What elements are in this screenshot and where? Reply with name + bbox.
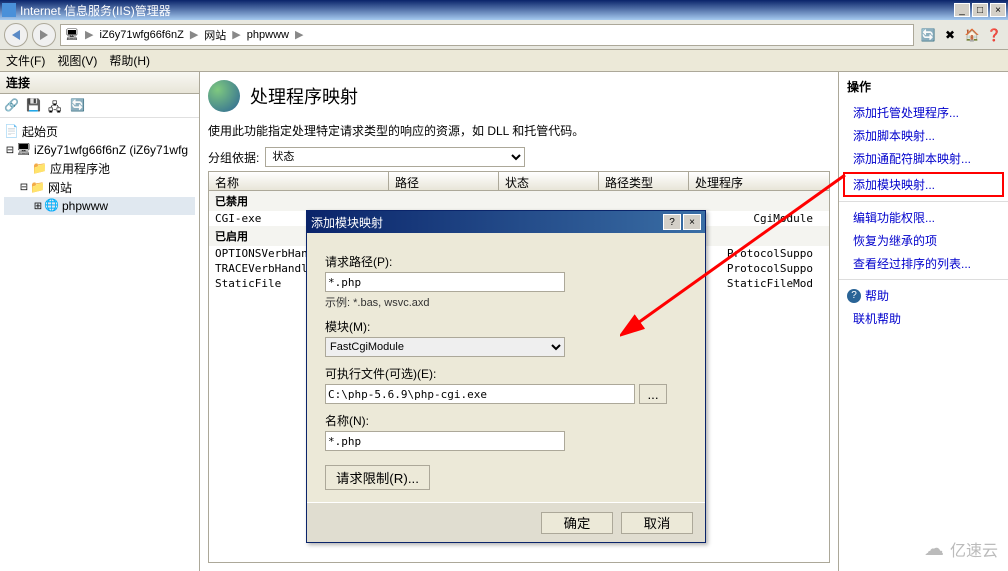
action-add-managed[interactable]: 添加托管处理程序... bbox=[839, 101, 1008, 124]
section-disabled: 已禁用 bbox=[209, 191, 829, 211]
connections-panel: 连接 🔗 💾 🖧 🔄 📄 起始页 ⊟ 🖥 iZ6y71wfg66f6nZ (iZ… bbox=[0, 72, 200, 571]
name-label: 名称(N): bbox=[325, 412, 687, 429]
actions-panel: 操作 添加托管处理程序... 添加脚本映射... 添加通配符脚本映射... 添加… bbox=[838, 72, 1008, 571]
server-icon: 🖥 bbox=[16, 142, 32, 158]
action-add-wildcard[interactable]: 添加通配符脚本映射... bbox=[839, 147, 1008, 170]
request-path-input[interactable] bbox=[325, 272, 565, 292]
action-help[interactable]: 帮助 bbox=[865, 287, 889, 304]
home-icon: 🖥 bbox=[65, 28, 79, 41]
groupby-select[interactable]: 状态 bbox=[265, 147, 525, 167]
collapse-icon[interactable]: ⊟ bbox=[4, 145, 16, 156]
restrictions-button[interactable]: 请求限制(R)... bbox=[325, 465, 430, 490]
breadcrumb-app[interactable]: phpwww bbox=[247, 29, 289, 41]
help-icon: ? bbox=[847, 289, 861, 303]
tree-app-pool[interactable]: 📁 应用程序池 bbox=[4, 159, 195, 178]
watermark: ☁ 亿速云 bbox=[924, 536, 998, 561]
col-handler[interactable]: 处理程序 bbox=[689, 172, 829, 190]
arrow-left-icon bbox=[12, 30, 20, 40]
dialog-close-button[interactable]: × bbox=[683, 214, 701, 230]
menu-bar: 文件(F) 视图(V) 帮助(H) bbox=[0, 50, 1008, 72]
connections-header: 连接 bbox=[0, 72, 199, 94]
col-name[interactable]: 名称 bbox=[209, 172, 389, 190]
cancel-button[interactable]: 取消 bbox=[621, 512, 693, 534]
breadcrumb-site[interactable]: 网站 bbox=[204, 27, 226, 43]
handler-mapping-icon bbox=[208, 80, 240, 112]
nodes-icon[interactable]: 🖧 bbox=[48, 98, 64, 114]
cloud-icon: ☁ bbox=[924, 536, 944, 561]
module-label: 模块(M): bbox=[325, 318, 687, 335]
module-select[interactable]: FastCgiModule bbox=[325, 337, 565, 357]
col-path[interactable]: 路径 bbox=[389, 172, 499, 190]
site-icon: 🌐 bbox=[44, 198, 60, 214]
tree-phpwww[interactable]: ⊞ 🌐 phpwww bbox=[4, 197, 195, 215]
actions-header: 操作 bbox=[839, 78, 1008, 101]
action-edit-feature[interactable]: 编辑功能权限... bbox=[839, 206, 1008, 229]
nav-toolbar: 🖥 ▶ iZ6y71wfg66f6nZ ▶ 网站 ▶ phpwww ▶ 🔄 ✖ … bbox=[0, 20, 1008, 50]
menu-help[interactable]: 帮助(H) bbox=[109, 52, 150, 69]
home-nav-icon[interactable]: 🏠 bbox=[962, 25, 982, 45]
request-path-label: 请求路径(P): bbox=[325, 253, 687, 270]
sites-icon: 📁 bbox=[30, 180, 46, 196]
minimize-button[interactable]: _ bbox=[954, 3, 970, 17]
action-online-help[interactable]: 联机帮助 bbox=[839, 307, 1008, 330]
help-nav-icon[interactable]: ❓ bbox=[984, 25, 1004, 45]
close-button[interactable]: × bbox=[990, 3, 1006, 17]
page-title: 处理程序映射 bbox=[250, 83, 358, 109]
connect-icon[interactable]: 🔗 bbox=[4, 98, 20, 114]
connections-toolbar: 🔗 💾 🖧 🔄 bbox=[0, 94, 199, 118]
stop-icon[interactable]: ✖ bbox=[940, 25, 960, 45]
breadcrumb[interactable]: 🖥 ▶ iZ6y71wfg66f6nZ ▶ 网站 ▶ phpwww ▶ bbox=[60, 24, 914, 46]
action-ordered[interactable]: 查看经过排序的列表... bbox=[839, 252, 1008, 275]
executable-label: 可执行文件(可选)(E): bbox=[325, 365, 687, 382]
grid-header: 名称 路径 状态 路径类型 处理程序 bbox=[208, 171, 830, 191]
executable-input[interactable] bbox=[325, 384, 635, 404]
add-module-mapping-dialog: 添加模块映射 ? × 请求路径(P): 示例: *.bas, wsvc.axd … bbox=[306, 210, 706, 543]
save-icon[interactable]: 💾 bbox=[26, 98, 42, 114]
back-button[interactable] bbox=[4, 23, 28, 47]
dialog-help-button[interactable]: ? bbox=[663, 214, 681, 230]
col-status[interactable]: 状态 bbox=[499, 172, 599, 190]
tree-start-page[interactable]: 📄 起始页 bbox=[4, 122, 195, 141]
tree-sites[interactable]: ⊟ 📁 网站 bbox=[4, 178, 195, 197]
window-title: Internet 信息服务(IIS)管理器 bbox=[20, 2, 954, 19]
action-revert[interactable]: 恢复为继承的项 bbox=[839, 229, 1008, 252]
example-text: 示例: *.bas, wsvc.axd bbox=[325, 294, 687, 310]
page-description: 使用此功能指定处理特定请求类型的响应的资源，如 DLL 和托管代码。 bbox=[208, 122, 830, 139]
groupby-label: 分组依据: bbox=[208, 149, 259, 166]
name-input[interactable] bbox=[325, 431, 565, 451]
dialog-title: 添加模块映射 bbox=[311, 214, 663, 231]
menu-view[interactable]: 视图(V) bbox=[57, 52, 97, 69]
col-pathtype[interactable]: 路径类型 bbox=[599, 172, 689, 190]
arrow-right-icon bbox=[40, 30, 48, 40]
window-titlebar: Internet 信息服务(IIS)管理器 _ □ × bbox=[0, 0, 1008, 20]
expand-icon[interactable]: ⊞ bbox=[32, 201, 44, 212]
start-page-icon: 📄 bbox=[4, 124, 20, 140]
ok-button[interactable]: 确定 bbox=[541, 512, 613, 534]
app-pool-icon: 📁 bbox=[32, 161, 48, 177]
forward-button[interactable] bbox=[32, 23, 56, 47]
menu-file[interactable]: 文件(F) bbox=[6, 52, 45, 69]
tree-server[interactable]: ⊟ 🖥 iZ6y71wfg66f6nZ (iZ6y71wfg bbox=[4, 141, 195, 159]
iis-icon bbox=[2, 3, 16, 17]
collapse-icon[interactable]: ⊟ bbox=[18, 182, 30, 193]
action-add-module[interactable]: 添加模块映射... bbox=[843, 172, 1004, 197]
breadcrumb-server[interactable]: iZ6y71wfg66f6nZ bbox=[99, 29, 183, 41]
connections-tree: 📄 起始页 ⊟ 🖥 iZ6y71wfg66f6nZ (iZ6y71wfg 📁 应… bbox=[0, 118, 199, 219]
maximize-button[interactable]: □ bbox=[972, 3, 988, 17]
refresh-tree-icon[interactable]: 🔄 bbox=[70, 98, 86, 114]
action-add-script[interactable]: 添加脚本映射... bbox=[839, 124, 1008, 147]
browse-button[interactable]: ... bbox=[639, 384, 667, 404]
refresh-icon[interactable]: 🔄 bbox=[918, 25, 938, 45]
